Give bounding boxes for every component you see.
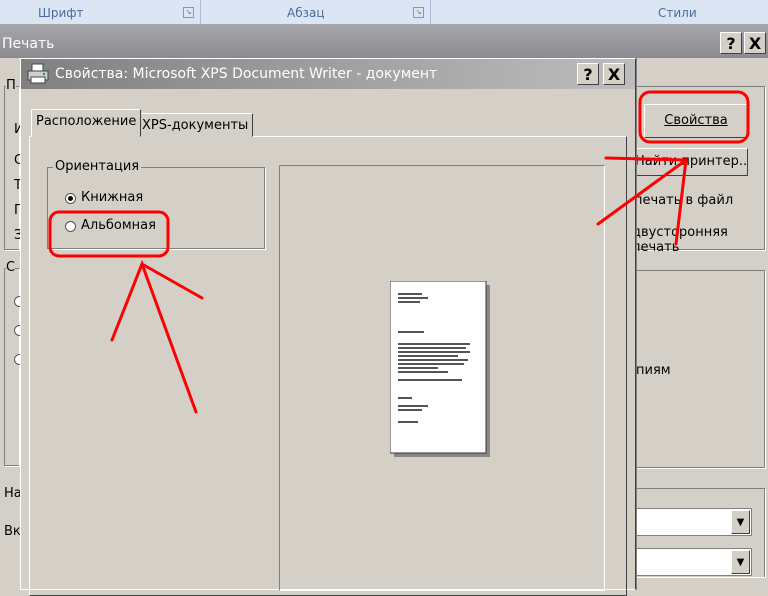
annotation-overlay	[48, 90, 750, 414]
tab-layout[interactable]: Расположение	[31, 109, 142, 137]
annotation-highlight-properties	[638, 90, 750, 144]
annotation-arrow-properties	[596, 156, 688, 246]
annotation-highlight-landscape	[48, 210, 170, 258]
annotation-arrow-landscape	[110, 259, 204, 414]
tab-label: Расположение	[36, 114, 137, 129]
